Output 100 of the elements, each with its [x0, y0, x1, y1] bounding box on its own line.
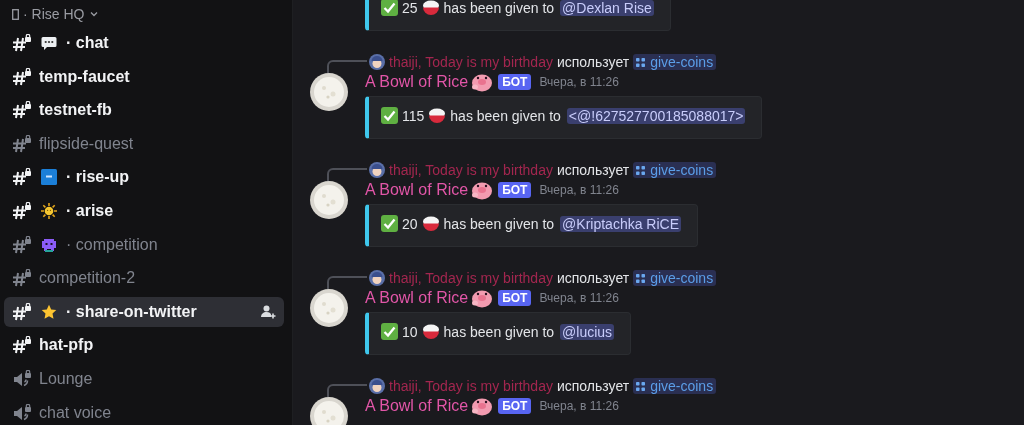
chevron-icon[interactable]: [90, 11, 99, 17]
channel-name: · arise: [66, 201, 114, 220]
channel-name: flipside-quest: [39, 134, 134, 153]
command-mention[interactable]: give-coins: [633, 162, 717, 178]
user-mention[interactable]: @lucius: [560, 323, 615, 340]
channel-item[interactable]: chat voice: [4, 397, 284, 425]
embed-text: has been given to: [450, 107, 561, 124]
message-timestamp: Вчера, в 11:26: [539, 183, 619, 197]
user-avatar-icon: [369, 270, 385, 286]
user-avatar-icon: [369, 378, 385, 394]
channel-name: · share-on-twitter: [66, 302, 197, 321]
bot-username[interactable]: A Bowl of Rice: [365, 397, 469, 415]
locked-hash-icon: [12, 269, 32, 288]
locked-hash-icon: [12, 134, 32, 153]
user-mention[interactable]: @Dexlan Rise: [560, 0, 654, 16]
check-icon: [381, 107, 398, 124]
server-icon: [12, 8, 19, 20]
reply-connector-line: [327, 59, 367, 73]
user-mention[interactable]: <@!627527700185088017>: [566, 107, 746, 124]
bot-username[interactable]: A Bowl of Rice: [365, 289, 469, 307]
channel-name: · competition: [66, 235, 158, 254]
channel-name: Lounge: [39, 369, 93, 388]
channel-name: chat voice: [39, 403, 112, 422]
embed-text: has been given to: [443, 0, 555, 16]
coin-amount: 10: [402, 323, 418, 340]
sun-icon: [41, 202, 57, 219]
locked-hash-icon: [12, 336, 32, 355]
app-tile-icon: [41, 169, 57, 186]
channel-item[interactable]: competition-2: [4, 263, 284, 294]
user-avatar-icon: [369, 54, 385, 70]
reply-connector-line: [327, 275, 367, 289]
reply-action: использует: [556, 270, 630, 286]
speech-bubble-icon: [41, 36, 57, 50]
invite-member-icon[interactable]: [260, 303, 276, 320]
channel-item[interactable]: · rise-up: [4, 162, 284, 193]
bot-tag: БОТ: [498, 290, 532, 306]
alien-icon: [41, 236, 57, 253]
locked-hash-icon: [12, 34, 32, 52]
pig-face-icon: [471, 180, 494, 200]
channel-item[interactable]: hat-pfp: [4, 330, 284, 361]
embed-text: has been given to: [443, 215, 555, 232]
locked-hash-icon: [12, 302, 32, 321]
pig-face-icon: [471, 288, 494, 308]
locked-hash-icon: [12, 67, 32, 86]
bot-username[interactable]: A Bowl of Rice: [365, 181, 469, 199]
rice-bowl-icon: [421, 323, 440, 340]
channel-item[interactable]: flipside-quest: [4, 128, 284, 159]
check-icon: [381, 323, 398, 340]
locked-hash-icon: [12, 168, 32, 187]
pig-face-icon: [471, 72, 494, 92]
channel-name: · chat: [66, 34, 109, 52]
command-mention[interactable]: give-coins: [633, 270, 717, 286]
rice-bowl-avatar[interactable]: [310, 181, 348, 219]
rice-bowl-avatar[interactable]: [310, 397, 348, 425]
channel-name: hat-pfp: [39, 336, 94, 355]
coin-amount: 20: [402, 215, 418, 232]
channel-item[interactable]: · share-on-twitter: [4, 296, 284, 327]
message-timestamp: Вчера, в 11:26: [539, 75, 619, 89]
pig-face-icon: [471, 396, 494, 416]
bot-tag: БОТ: [498, 74, 532, 90]
coin-amount: 115: [402, 107, 425, 124]
reply-action: использует: [556, 54, 630, 70]
rice-bowl-icon: [421, 215, 440, 232]
embed-text: has been given to: [443, 323, 555, 340]
star-icon: [41, 303, 57, 320]
bot-tag: БОТ: [498, 398, 532, 414]
command-grid-icon: [636, 381, 646, 391]
locked-hash-icon: [12, 101, 32, 120]
rice-bowl-avatar[interactable]: [310, 73, 348, 111]
bot-username[interactable]: A Bowl of Rice: [365, 73, 469, 91]
command-mention[interactable]: give-coins: [633, 378, 717, 394]
channel-item[interactable]: · chat: [4, 28, 284, 58]
rice-bowl-icon: [421, 0, 440, 16]
channel-name: · rise-up: [66, 168, 130, 187]
reply-action: использует: [556, 378, 630, 394]
reply-action: использует: [556, 162, 630, 178]
rice-bowl-icon: [428, 107, 447, 124]
locked-hash-icon: [12, 235, 32, 254]
channel-item[interactable]: Lounge: [4, 363, 284, 394]
channel-name: temp-faucet: [39, 67, 130, 86]
server-name[interactable]: · Rise HQ: [23, 6, 85, 22]
check-icon: [381, 0, 398, 16]
locked-speaker-icon: [12, 403, 32, 422]
channel-name: competition-2: [39, 269, 136, 288]
locked-speaker-icon: [12, 369, 32, 388]
channel-item[interactable]: temp-faucet: [4, 61, 284, 92]
channel-name: testnet-fb: [39, 101, 112, 120]
rice-bowl-avatar[interactable]: [310, 289, 348, 327]
channel-item[interactable]: · competition: [4, 229, 284, 260]
message-timestamp: Вчера, в 11:26: [539, 399, 619, 413]
channel-item[interactable]: · arise: [4, 195, 284, 226]
bot-tag: БОТ: [498, 182, 532, 198]
command-grid-icon: [636, 57, 646, 67]
channel-item[interactable]: testnet-fb: [4, 95, 284, 126]
reply-connector-line: [327, 167, 367, 181]
check-icon: [381, 215, 398, 232]
user-mention[interactable]: @Kriptachka RiCE: [560, 215, 682, 232]
locked-hash-icon: [12, 201, 32, 220]
command-mention[interactable]: give-coins: [633, 54, 717, 70]
message-timestamp: Вчера, в 11:26: [539, 291, 619, 305]
